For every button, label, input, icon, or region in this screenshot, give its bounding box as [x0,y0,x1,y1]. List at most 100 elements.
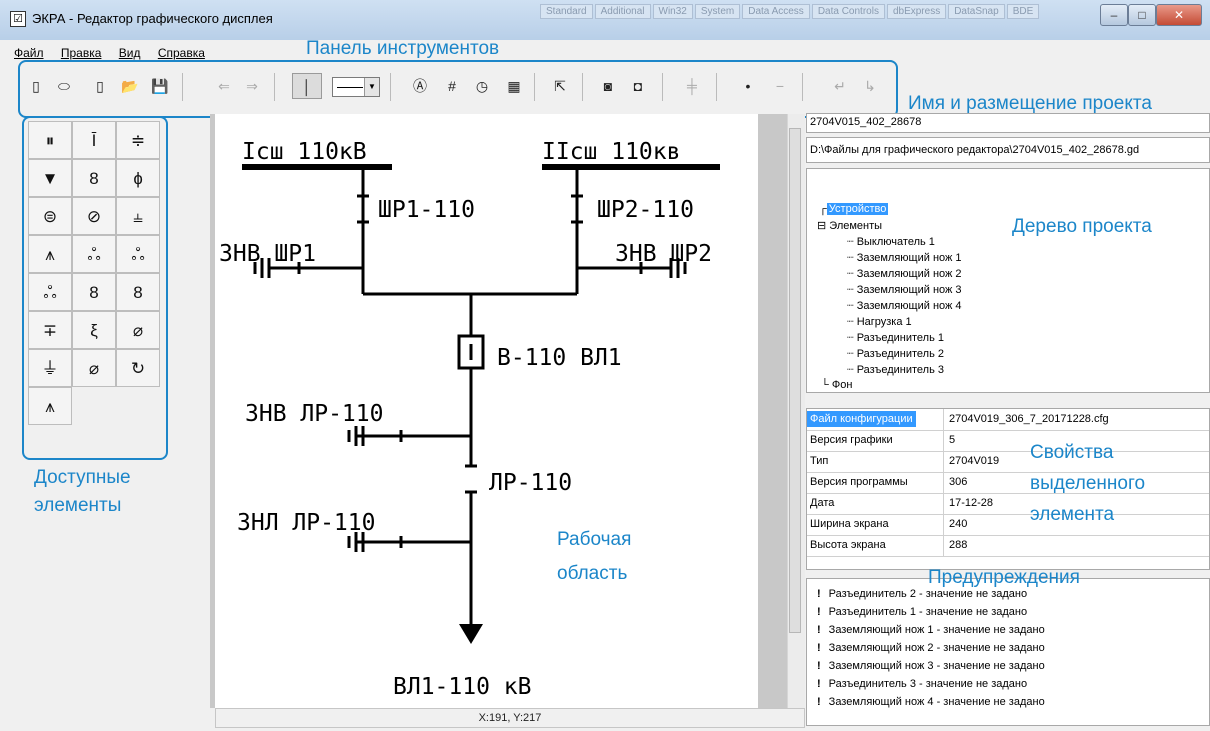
znl-lr-label: ЗНЛ ЛР-110 [237,510,375,536]
tree-item[interactable]: ┈ Разъединитель 2 [847,347,944,360]
warning-icon: ! [817,696,821,708]
warning-text: Заземляющий нож 1 - значение не задано [828,624,1045,636]
window-title: ЭКРА - Редактор графического дисплея [32,11,273,26]
property-value: 306 [949,476,968,488]
property-key: Ширина экрана [810,518,889,530]
warning-text: Заземляющий нож 2 - значение не задано [828,642,1045,654]
tree-item[interactable]: ┈ Заземляющий нож 3 [847,283,962,296]
property-value: 5 [949,434,956,446]
bg-tab: System [694,4,741,19]
bg-tab: BDE [1006,4,1040,19]
property-value: 240 [949,518,968,530]
maximize-button[interactable]: □ [1128,4,1156,26]
warning-item[interactable]: ! Заземляющий нож 2 - значение не задано [817,642,1045,654]
bus2-label: IIсш 110кв [542,139,680,165]
warning-item[interactable]: ! Заземляющий нож 1 - значение не задано [817,624,1045,636]
minimize-button[interactable]: – [1100,4,1128,26]
tree-group-label: Элементы [829,220,883,232]
tree-background-label: Фон [831,379,853,391]
warning-text: Разъединитель 1 - значение не задано [828,606,1028,618]
property-row[interactable]: Версия программы 306 [807,472,1209,494]
menu-help[interactable]: Справка [158,46,205,60]
menu-file[interactable]: Файл [14,46,44,60]
project-name-field[interactable]: 2704V015_402_28678 [806,113,1210,133]
property-row[interactable]: Высота экрана 288 [807,535,1209,557]
bg-tab: Win32 [652,4,693,19]
shr2-label: ШР2-110 [597,197,694,223]
property-row[interactable]: Версия графики 5 [807,430,1209,452]
tree-item[interactable]: ┈ Заземляющий нож 1 [847,251,962,264]
warning-item[interactable]: ! Заземляющий нож 4 - значение не задано [817,696,1045,708]
tree-item[interactable]: ┈ Выключатель 1 [847,235,935,248]
tree-item-label: Разъединитель 3 [856,364,944,376]
property-value: 2704V019_306_7_20171228.cfg [949,413,1109,425]
tree-item-label: Нагрузка 1 [856,316,912,328]
tree-item-label: Заземляющий нож 1 [856,252,962,264]
property-value: 17-12-28 [949,497,994,509]
tree-item-label: Заземляющий нож 2 [856,268,962,280]
annotation-work-1: Рабочая [557,529,632,550]
property-key: Дата [810,497,835,509]
property-row[interactable]: Файл конфигурации 2704V019_306_7_20171228… [807,409,1209,431]
bg-tab: Data Access [742,4,810,19]
property-row[interactable]: Дата 17-12-28 [807,493,1209,515]
tree-node-background[interactable]: └ Фон [821,379,852,391]
property-row[interactable]: Ширина экрана 240 [807,514,1209,536]
bg-tab: dbExpress [886,4,947,19]
tree-node-group[interactable]: ⊟ Элементы [817,219,882,232]
canvas-scroll-thumb[interactable] [789,128,801,633]
menu-view[interactable]: Вид [119,46,141,60]
warning-item[interactable]: ! Разъединитель 1 - значение не задано [817,606,1027,618]
bg-tab: Data Controls [811,4,885,19]
warning-icon: ! [817,588,821,600]
tree-item[interactable]: ┈ Разъединитель 1 [847,331,944,344]
property-row[interactable]: Тип 2704V019 [807,451,1209,473]
line-label: ВЛ1-110 кВ [393,674,531,700]
app-icon: ☑ [10,11,26,27]
warning-text: Заземляющий нож 3 - значение не задано [828,660,1045,672]
bg-tab: DataSnap [948,4,1005,19]
annotation-palette-2: элементы [34,495,122,516]
warnings-list: ! Разъединитель 2 - значение не задано ! Р… [806,578,1210,726]
warning-text: Заземляющий нож 4 - значение не задано [828,696,1045,708]
warning-text: Разъединитель 2 - значение не задано [828,588,1028,600]
tree-root-label: Устройство [826,203,889,215]
annotation-tree: Дерево проекта [1012,216,1152,237]
tree-item-label: Заземляющий нож 4 [856,300,962,312]
background-tabs: Standard Additional Win32 System Data Access… [540,4,1041,19]
annotation-palette-1: Доступные [34,467,131,488]
tree-item-label: Выключатель 1 [856,236,935,248]
annotation-project: Имя и размещение проекта [908,93,1152,114]
warning-item[interactable]: ! Разъединитель 2 - значение не задано [817,588,1027,600]
warning-text: Разъединитель 3 - значение не задано [828,678,1028,690]
tree-item[interactable]: ┈ Заземляющий нож 2 [847,267,962,280]
warning-icon: ! [817,624,821,636]
bg-tab: Additional [594,4,651,19]
znv-shr1-label: ЗНВ ШР1 [219,241,316,267]
tree-item[interactable]: ┈ Разъединитель 3 [847,363,944,376]
project-tree: ┌ Устройство ⊟ Элементы ┈ Выключатель 1 ┈… [806,168,1210,393]
warning-item[interactable]: ! Заземляющий нож 3 - значение не задано [817,660,1045,672]
project-path-field[interactable]: D:\Файлы для графического редактора\2704… [806,137,1210,163]
property-value: 288 [949,539,968,551]
annotation-props-3: элемента [1030,504,1115,525]
close-button[interactable]: ✕ [1156,4,1202,26]
line-arrow [459,624,483,644]
lr-label: ЛР-110 [489,470,572,496]
bus1-label: Iсш 110кВ [242,139,367,165]
tree-item-label: Разъединитель 2 [856,348,944,360]
tree-item[interactable]: ┈ Нагрузка 1 [847,315,912,328]
znv-lr-label: ЗНВ ЛР-110 [245,401,383,427]
properties-grid: Файл конфигурации 2704V019_306_7_20171228… [806,408,1210,570]
cursor-coordinates: X:191, Y:217 [215,708,805,728]
annotation-props-2: выделенного [1030,473,1146,494]
tree-node-root[interactable]: ┌ Устройство [819,203,889,215]
menu-edit[interactable]: Правка [61,46,102,60]
warning-item[interactable]: ! Разъединитель 3 - значение не задано [817,678,1027,690]
property-key: Версия графики [810,434,893,446]
work-area[interactable]: Iсш 110кВ IIсш 110кв ШР1-110 ШР2-110 ЗНВ… [215,114,758,708]
property-key: Тип [810,455,829,467]
tree-item[interactable]: ┈ Заземляющий нож 4 [847,299,962,312]
annotation-warnings: Предупреждения [928,567,1080,588]
tree-item-label: Разъединитель 1 [856,332,944,344]
